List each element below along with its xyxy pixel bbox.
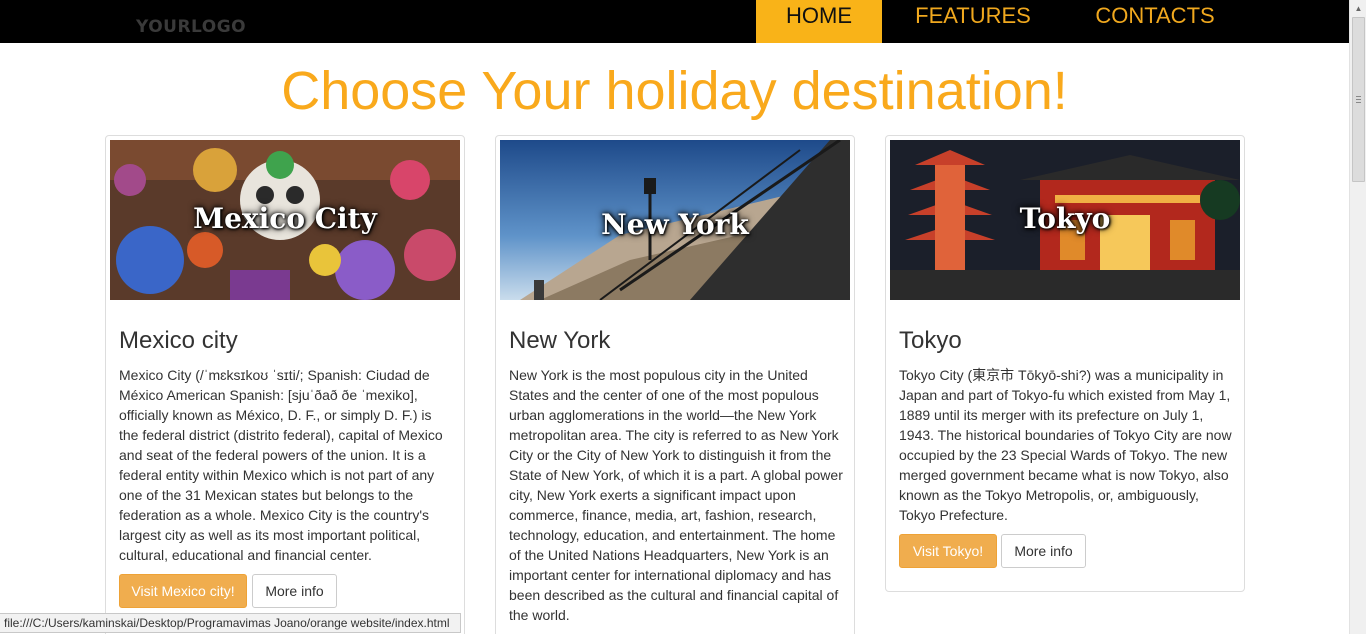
card-text: Mexico City (/ˈmɛksɪkoʊ ˈsɪti/; Spanish:… <box>119 367 443 563</box>
navbar: YOURLOGO HOME FEATURES CONTACTS <box>0 0 1349 43</box>
scroll-up-arrow-icon[interactable]: ▲ <box>1350 0 1366 17</box>
destination-card-tokyo: Tokyo Tokyo Tokyo City (東京市 Tōkyō-shi?) … <box>885 135 1245 592</box>
destination-card-new-york: New York New York New York is the most p… <box>495 135 855 634</box>
nav-features[interactable]: FEATURES <box>882 0 1064 43</box>
card-title: Mexico city <box>119 327 238 354</box>
image-label: New York <box>601 208 749 241</box>
new-york-image: New York <box>500 140 850 300</box>
status-bar-url: file:///C:/Users/kaminskai/Desktop/Progr… <box>0 613 461 633</box>
card-text: New York is the most populous city in th… <box>509 367 843 623</box>
scrollbar-thumb[interactable] <box>1352 17 1365 182</box>
destination-card-mexico: Mexico City Mexico city Mexico City (/ˈm… <box>105 135 465 634</box>
visit-tokyo-button[interactable]: Visit Tokyo! <box>899 534 997 568</box>
card-title: Tokyo <box>899 327 962 354</box>
more-info-button[interactable]: More info <box>1001 534 1086 568</box>
card-text: Tokyo City (東京市 Tōkyō-shi?) was a munici… <box>899 367 1232 523</box>
tokyo-image: Tokyo <box>890 140 1240 300</box>
card-title: New York <box>509 327 611 354</box>
vertical-scrollbar[interactable]: ▲ <box>1349 0 1366 634</box>
visit-mexico-button[interactable]: Visit Mexico city! <box>119 574 247 608</box>
logo[interactable]: YOURLOGO <box>136 17 246 37</box>
mexico-city-image: Mexico City <box>110 140 460 300</box>
more-info-button[interactable]: More info <box>252 574 337 608</box>
image-label: Tokyo <box>1019 202 1111 235</box>
nav-home[interactable]: HOME <box>756 0 882 43</box>
image-label: Mexico City <box>193 202 377 235</box>
page-title: Choose Your holiday destination! <box>281 61 1068 121</box>
nav-contacts[interactable]: CONTACTS <box>1064 0 1246 43</box>
